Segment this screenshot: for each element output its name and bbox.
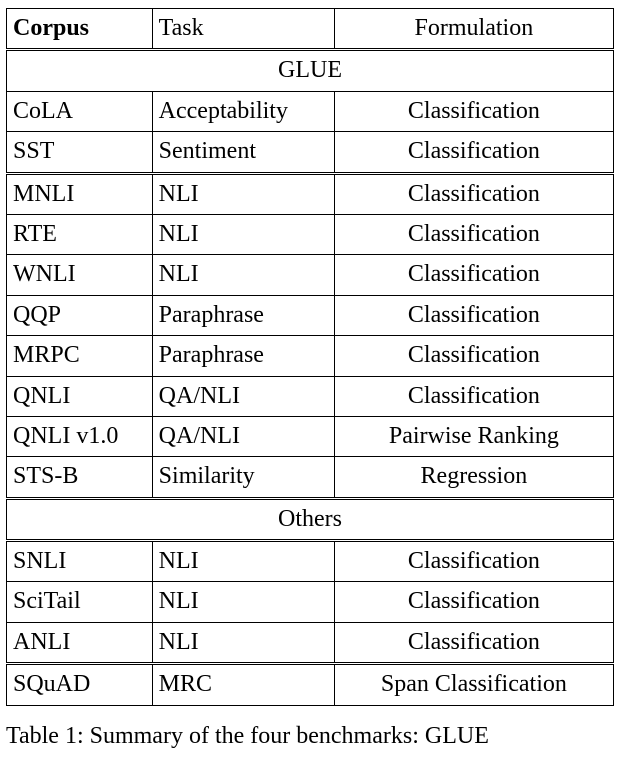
cell-formulation: Classification	[334, 214, 613, 254]
section-row-glue: GLUE	[7, 50, 614, 91]
table-row: MNLI NLI Classification	[7, 173, 614, 214]
table-row: RTE NLI Classification	[7, 214, 614, 254]
cell-task: NLI	[152, 541, 334, 582]
table-row: QNLI QA/NLI Classification	[7, 376, 614, 416]
cell-task: NLI	[152, 622, 334, 663]
header-task: Task	[152, 9, 334, 50]
cell-corpus: ANLI	[7, 622, 153, 663]
section-row-others: Others	[7, 498, 614, 540]
cell-formulation: Classification	[334, 295, 613, 335]
cell-formulation: Classification	[334, 255, 613, 295]
cell-corpus: QNLI v1.0	[7, 416, 153, 456]
cell-formulation: Classification	[334, 376, 613, 416]
table-row: SNLI NLI Classification	[7, 541, 614, 582]
header-corpus: Corpus	[7, 9, 153, 50]
cell-task: QA/NLI	[152, 376, 334, 416]
cell-corpus: WNLI	[7, 255, 153, 295]
cell-corpus: SQuAD	[7, 664, 153, 705]
cell-corpus: RTE	[7, 214, 153, 254]
table-row: WNLI NLI Classification	[7, 255, 614, 295]
cell-task: Acceptability	[152, 91, 334, 131]
cell-formulation: Span Classification	[334, 664, 613, 705]
cell-task: Paraphrase	[152, 336, 334, 376]
cell-formulation: Classification	[334, 132, 613, 173]
cell-formulation: Regression	[334, 457, 613, 498]
cell-formulation: Classification	[334, 173, 613, 214]
cell-corpus: SNLI	[7, 541, 153, 582]
table-row: SciTail NLI Classification	[7, 582, 614, 622]
cell-corpus: QQP	[7, 295, 153, 335]
table-header-row: Corpus Task Formulation	[7, 9, 614, 50]
cell-task: Paraphrase	[152, 295, 334, 335]
cell-corpus: SST	[7, 132, 153, 173]
table-row: QQP Paraphrase Classification	[7, 295, 614, 335]
cell-task: NLI	[152, 214, 334, 254]
cell-formulation: Classification	[334, 541, 613, 582]
table-row: STS-B Similarity Regression	[7, 457, 614, 498]
table-row: SQuAD MRC Span Classification	[7, 664, 614, 705]
cell-task: NLI	[152, 173, 334, 214]
table-row: QNLI v1.0 QA/NLI Pairwise Ranking	[7, 416, 614, 456]
table-row: ANLI NLI Classification	[7, 622, 614, 663]
section-label-glue: GLUE	[7, 50, 614, 91]
cell-corpus: QNLI	[7, 376, 153, 416]
header-formulation: Formulation	[334, 9, 613, 50]
cell-task: NLI	[152, 255, 334, 295]
table-row: CoLA Acceptability Classification	[7, 91, 614, 131]
table-row: SST Sentiment Classification	[7, 132, 614, 173]
cell-formulation: Classification	[334, 336, 613, 376]
cell-formulation: Classification	[334, 582, 613, 622]
cell-formulation: Classification	[334, 91, 613, 131]
cell-task: QA/NLI	[152, 416, 334, 456]
cell-task: Sentiment	[152, 132, 334, 173]
benchmarks-table: Corpus Task Formulation GLUE CoLA Accept…	[6, 8, 614, 706]
cell-corpus: CoLA	[7, 91, 153, 131]
cell-formulation: Pairwise Ranking	[334, 416, 613, 456]
cell-task: MRC	[152, 664, 334, 705]
cell-corpus: MNLI	[7, 173, 153, 214]
cell-corpus: SciTail	[7, 582, 153, 622]
cell-formulation: Classification	[334, 622, 613, 663]
cell-task: Similarity	[152, 457, 334, 498]
cell-corpus: MRPC	[7, 336, 153, 376]
cell-task: NLI	[152, 582, 334, 622]
section-label-others: Others	[7, 498, 614, 540]
cell-corpus: STS-B	[7, 457, 153, 498]
table-row: MRPC Paraphrase Classification	[7, 336, 614, 376]
table-caption: Table 1: Summary of the four benchmarks:…	[6, 720, 614, 752]
